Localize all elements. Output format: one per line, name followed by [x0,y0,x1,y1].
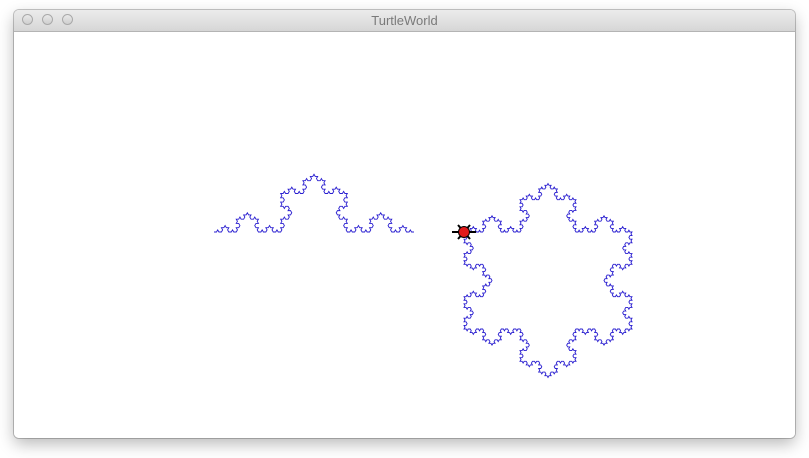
drawing-canvas[interactable] [14,32,795,438]
title-bar[interactable]: TurtleWorld [14,10,795,32]
turtle-icon [452,224,476,240]
koch-snowflake [463,182,633,379]
window-title: TurtleWorld [371,13,438,28]
koch-curve [214,173,414,233]
turtle-drawing [214,173,633,379]
turtleworld-window: TurtleWorld [14,10,795,438]
